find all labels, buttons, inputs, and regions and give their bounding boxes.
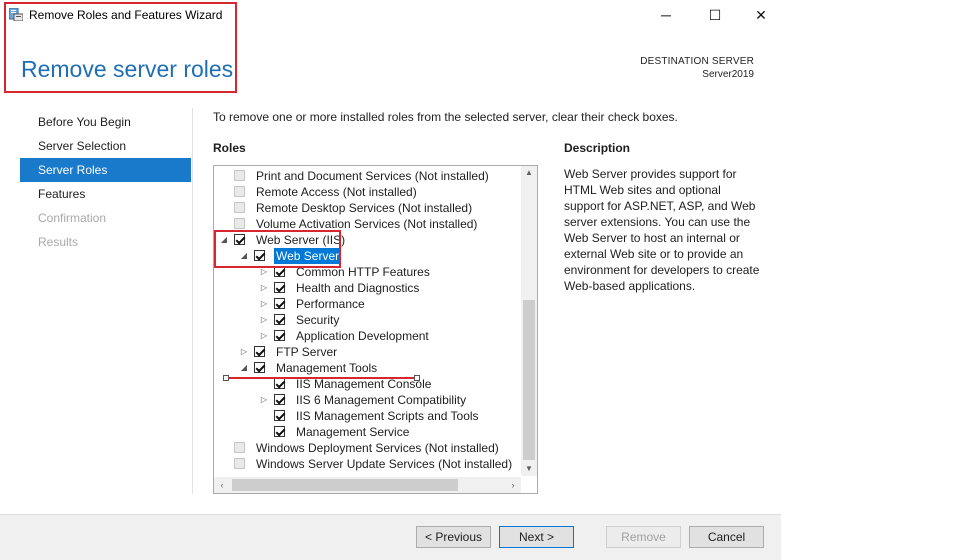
annotation-underline-management-tools [226,377,417,379]
description-heading: Description [564,141,631,155]
scroll-right-arrow-icon[interactable]: › [505,477,521,493]
roles-heading: Roles [213,141,246,155]
minimize-icon: ─ [661,7,671,23]
vertical-scrollbar-thumb[interactable] [523,300,535,460]
tree-row[interactable]: ◢ Management Tools [214,360,519,376]
role-checkbox[interactable] [274,378,285,389]
role-label[interactable]: Security [296,312,339,328]
scroll-down-arrow-icon[interactable]: ▼ [521,462,537,476]
role-checkbox[interactable] [274,426,285,437]
annotation-box-web-server [214,230,341,268]
instruction-text: To remove one or more installed roles fr… [213,110,678,124]
role-label[interactable]: Health and Diagnostics [296,280,419,296]
role-label[interactable]: Performance [296,296,365,312]
wizard-nav: Before You Begin Server Selection Server R… [20,110,191,254]
maximize-icon: ☐ [708,6,722,23]
collapse-arrow-icon[interactable]: ◢ [239,360,249,376]
nav-item-confirmation: Confirmation [38,211,107,225]
tree-row[interactable]: Management Service [214,424,519,440]
expand-arrow-icon[interactable]: ▷ [259,392,269,408]
role-label[interactable]: Windows Server Update Services (Not inst… [256,456,512,472]
destination-server-label: DESTINATION SERVER [640,56,754,67]
expand-arrow-icon[interactable]: ▷ [259,328,269,344]
tree-row[interactable]: ▷ Security [214,312,519,328]
nav-item-results: Results [38,235,79,249]
tree-row[interactable]: Print and Document Services (Not install… [214,168,519,184]
role-checkbox[interactable] [234,186,245,197]
annotation-handle-right [414,375,420,381]
role-checkbox[interactable] [234,458,245,469]
expand-arrow-icon[interactable]: ▷ [259,280,269,296]
role-checkbox[interactable] [274,330,285,341]
tree-row[interactable]: IIS Management Scripts and Tools [214,408,519,424]
scroll-up-arrow-icon[interactable]: ▲ [521,166,537,180]
nav-divider [192,108,193,494]
horizontal-scrollbar-thumb[interactable] [232,479,458,491]
annotation-box-title [4,2,237,93]
expand-arrow-icon[interactable]: ▷ [259,296,269,312]
nav-item-server-selection[interactable]: Server Selection [20,134,191,158]
cancel-button[interactable]: Cancel [689,526,764,548]
role-label[interactable]: Remote Access (Not installed) [256,184,417,200]
annotation-handle-left [223,375,229,381]
role-checkbox[interactable] [234,442,245,453]
wizard-window: Remove Roles and Features Wizard ─ ☐ ✕ R… [0,0,784,560]
role-label[interactable]: Windows Deployment Services (Not install… [256,440,499,456]
tree-row[interactable]: Remote Access (Not installed) [214,184,519,200]
role-label[interactable]: Remote Desktop Services (Not installed) [256,200,472,216]
role-checkbox[interactable] [274,298,285,309]
nav-item-features[interactable]: Features [20,182,191,206]
destination-server-value: Server2019 [702,69,754,80]
close-button[interactable]: ✕ [738,0,784,30]
scroll-left-arrow-icon[interactable]: ‹ [214,477,230,493]
role-label[interactable]: Management Tools [276,360,377,376]
next-button[interactable]: Next > [499,526,574,548]
tree-row[interactable]: Windows Server Update Services (Not inst… [214,456,519,472]
remove-button[interactable]: Remove [606,526,681,548]
tree-row[interactable]: ▷ Application Development [214,328,519,344]
role-label[interactable]: Print and Document Services (Not install… [256,168,489,184]
minimize-button[interactable]: ─ [643,0,689,30]
role-checkbox[interactable] [254,362,265,373]
role-label[interactable]: IIS Management Scripts and Tools [296,408,479,424]
role-checkbox[interactable] [254,346,265,357]
roles-tree[interactable]: Print and Document Services (Not install… [213,165,538,494]
tree-row[interactable]: ▷ Health and Diagnostics [214,280,519,296]
maximize-button[interactable]: ☐ [692,0,738,30]
previous-button[interactable]: < Previous [416,526,491,548]
role-checkbox[interactable] [274,394,285,405]
role-label[interactable]: IIS 6 Management Compatibility [296,392,466,408]
role-checkbox[interactable] [234,170,245,181]
role-checkbox[interactable] [274,282,285,293]
role-label[interactable]: Management Service [296,424,409,440]
role-checkbox[interactable] [234,218,245,229]
role-checkbox[interactable] [234,202,245,213]
tree-row[interactable]: Windows Deployment Services (Not install… [214,440,519,456]
role-checkbox[interactable] [274,410,285,421]
tree-row[interactable]: ▷ IIS 6 Management Compatibility [214,392,519,408]
tree-row[interactable]: ▷ FTP Server [214,344,519,360]
expand-arrow-icon[interactable]: ▷ [259,312,269,328]
role-label[interactable]: Application Development [296,328,429,344]
nav-item-server-roles[interactable]: Server Roles [20,158,191,182]
role-checkbox[interactable] [274,314,285,325]
role-label[interactable]: FTP Server [276,344,337,360]
expand-arrow-icon[interactable]: ▷ [239,344,249,360]
tree-row[interactable]: Remote Desktop Services (Not installed) [214,200,519,216]
close-icon: ✕ [755,6,767,23]
tree-row[interactable]: ▷ Performance [214,296,519,312]
description-text: Web Server provides support for HTML Web… [564,167,760,293]
nav-item-before-you-begin[interactable]: Before You Begin [20,110,191,134]
